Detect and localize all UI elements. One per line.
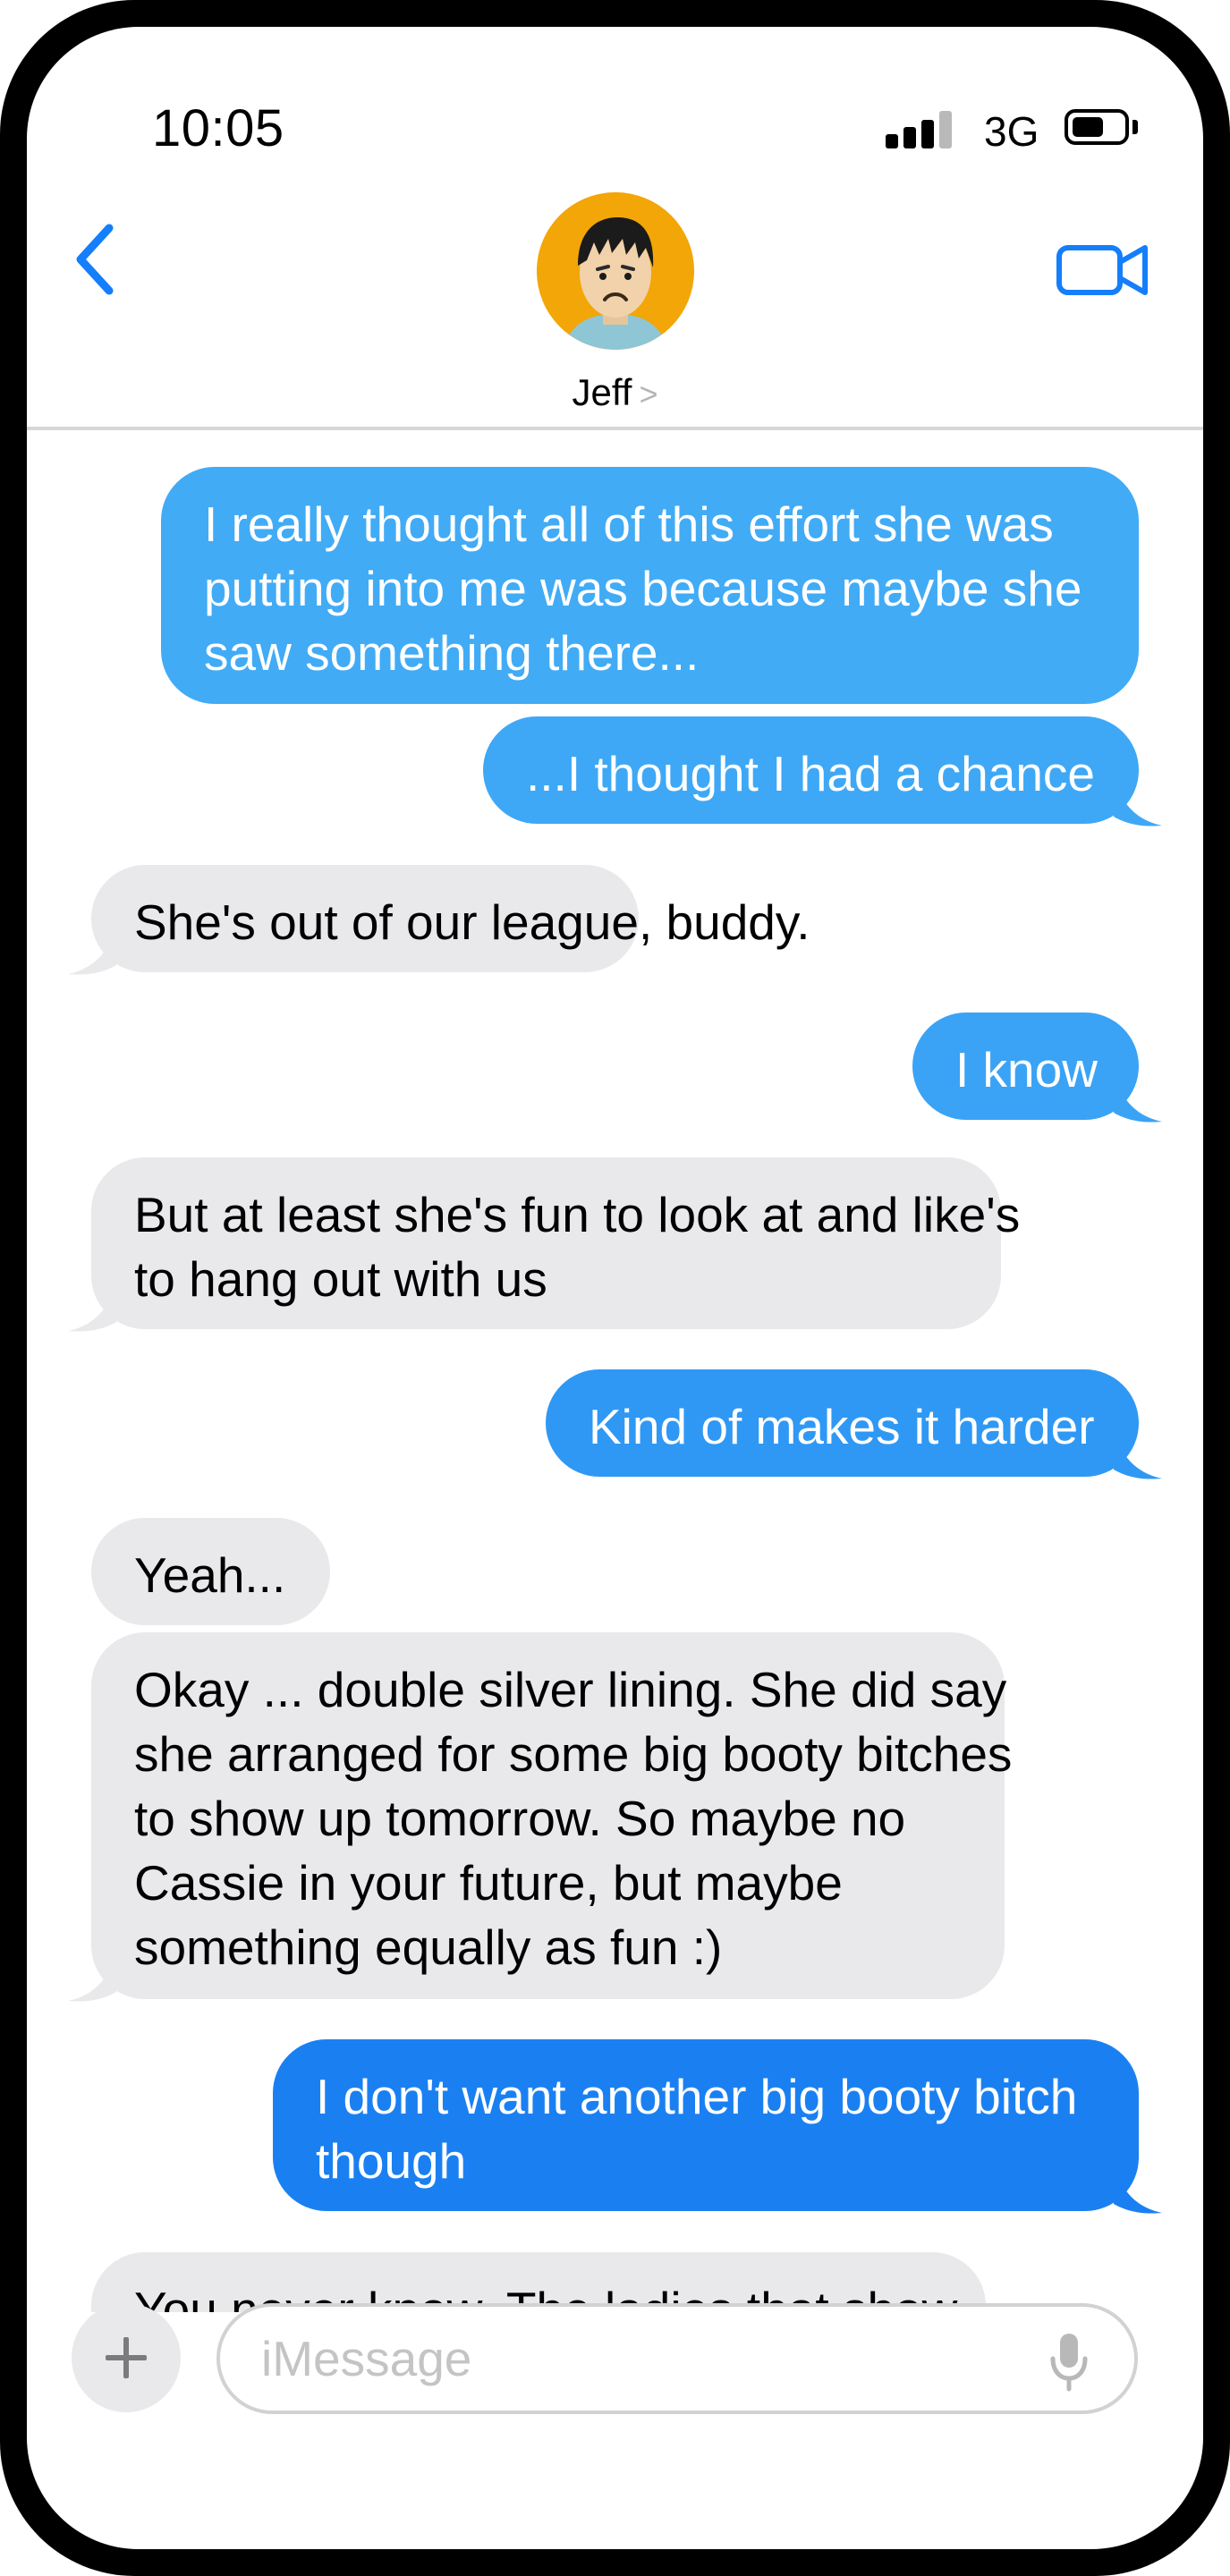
bubble-tail bbox=[1114, 1423, 1162, 1479]
message-line: I don't want another big booty bitch bbox=[316, 2069, 1078, 2124]
message-bubble-incoming[interactable]: Okay ... double silver lining. She did s… bbox=[91, 1632, 1013, 1999]
message-bubble-outgoing[interactable]: ...I thought I had a chance bbox=[483, 716, 1139, 824]
message-line: But at least she's fun to look at and li… bbox=[134, 1187, 1021, 1242]
message-line: Cassie in your future, but maybe bbox=[134, 1855, 843, 1911]
bubble-tail bbox=[1114, 2157, 1162, 2214]
video-camera-icon bbox=[1056, 245, 1148, 295]
message-bubble-incoming[interactable]: But at least she's fun to look at and li… bbox=[91, 1157, 1021, 1329]
bubble-tail bbox=[68, 919, 116, 975]
phone-frame: 10:05 3G Jeff > I really thought all of … bbox=[0, 0, 1230, 2576]
message-line: I know bbox=[955, 1042, 1098, 1097]
imessage-input[interactable] bbox=[216, 2303, 1138, 2414]
message-line: though bbox=[316, 2133, 467, 2189]
cellular-signal-icon bbox=[886, 104, 971, 148]
status-time: 10:05 bbox=[152, 99, 284, 157]
message-line: to show up tomorrow. So maybe no bbox=[134, 1791, 906, 1846]
network-label: 3G bbox=[984, 108, 1039, 155]
message-bubble-outgoing[interactable]: I really thought all of this effort she … bbox=[161, 467, 1139, 704]
message-line: to hang out with us bbox=[134, 1251, 547, 1307]
message-bubble-outgoing[interactable]: I know bbox=[912, 1013, 1139, 1120]
message-line: She's out of our league, buddy. bbox=[134, 894, 810, 950]
contact-name[interactable]: Jeff > bbox=[27, 371, 1203, 414]
bubble-tail bbox=[1114, 1066, 1162, 1123]
screen: 10:05 3G Jeff > I really thought all of … bbox=[27, 27, 1203, 2549]
message-line: she arranged for some big booty bitches bbox=[134, 1726, 1013, 1782]
bubble-tail bbox=[68, 1945, 116, 2002]
message-line: ...I thought I had a chance bbox=[526, 746, 1096, 801]
bubble-tail bbox=[1114, 770, 1162, 826]
back-button[interactable] bbox=[63, 206, 134, 313]
video-call-button[interactable] bbox=[1056, 228, 1154, 309]
bubble-tail bbox=[68, 1275, 116, 1332]
message-bubble-outgoing[interactable]: I don't want another big booty bitch tho… bbox=[273, 2039, 1139, 2211]
battery-icon bbox=[1065, 109, 1129, 145]
message-list[interactable]: I really thought all of this effort she … bbox=[27, 434, 1203, 2312]
message-bubble-incoming[interactable]: Yeah... bbox=[91, 1518, 330, 1625]
message-line: Yeah... bbox=[134, 1547, 286, 1603]
message-line: putting into me was because maybe she bbox=[204, 561, 1082, 616]
microphone-icon[interactable] bbox=[1047, 2330, 1091, 2393]
message-line: saw something there... bbox=[204, 625, 700, 681]
message-line: Okay ... double silver lining. She did s… bbox=[134, 1662, 1007, 1717]
battery-cap bbox=[1132, 120, 1138, 134]
message-line: I really thought all of this effort she … bbox=[204, 496, 1054, 552]
plus-button[interactable] bbox=[72, 2303, 181, 2412]
sad-man-avatar bbox=[537, 192, 694, 350]
contact-name-label: Jeff bbox=[572, 371, 632, 413]
avatar[interactable] bbox=[537, 192, 694, 350]
header-divider bbox=[27, 427, 1203, 430]
message-line: something equally as fun :) bbox=[134, 1919, 723, 1975]
chevron-right-icon: > bbox=[639, 376, 658, 412]
message-bubble-outgoing[interactable]: Kind of makes it harder bbox=[546, 1369, 1139, 1477]
message-line: Kind of makes it harder bbox=[589, 1399, 1095, 1454]
chevron-left-icon bbox=[76, 224, 114, 295]
message-bubble-incoming[interactable]: She's out of our league, buddy. bbox=[91, 865, 810, 972]
